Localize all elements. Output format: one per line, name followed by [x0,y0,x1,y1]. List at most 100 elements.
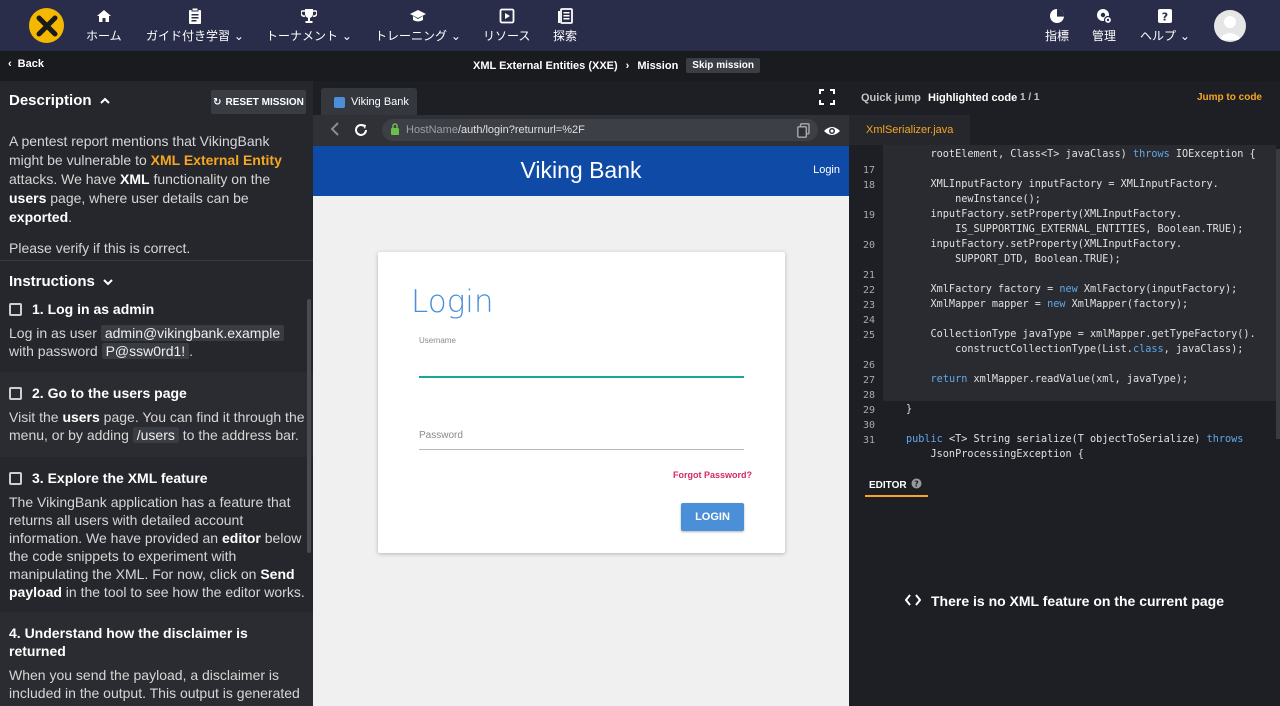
line-number: 26 [862,360,875,371]
nav-label: ガイド付き学習 [146,29,231,43]
jump-to-code-button[interactable]: Jump to code [1197,92,1262,103]
step-checkbox[interactable] [9,302,22,316]
line-number: 25 [862,330,875,341]
password-input[interactable] [419,449,744,450]
step-title: 2. Go to the users page [32,385,187,401]
username-input[interactable] [419,376,744,378]
code-line: XMLInputFactory inputFactory = XMLInputF… [906,179,1219,190]
step-checkbox[interactable] [9,386,22,400]
breadcrumb: XML External Entities (XXE) › Mission Sk… [473,58,760,73]
line-number: 29 [862,405,875,416]
step-3: 3. Explore the XML feature The VikingBan… [0,457,313,612]
nav-resources[interactable]: リソース [483,6,530,46]
nav-label: 探索 [553,29,578,43]
home-icon [96,6,112,26]
line-number: 23 [862,300,875,311]
description-title: Description [9,92,92,109]
nav-label: トレーニング [375,29,448,43]
skip-mission-button[interactable]: Skip mission [686,58,760,73]
instructions-header[interactable]: Instructions [9,273,113,290]
login-card: Login Username Password Forgot Password?… [378,252,785,553]
step-1: 1. Log in as admin Log in as user admin@… [0,300,313,372]
scrollbar[interactable] [1276,149,1280,439]
admin-gear-icon [1096,6,1112,26]
nav-metrics[interactable]: 指標 [1045,6,1069,46]
description-header[interactable]: Description [9,92,110,109]
code-line: } [906,404,913,415]
step-checkbox[interactable] [9,471,22,485]
text: page, where user details can be [46,190,249,206]
code-line: IS_SUPPORTING_EXTERNAL_ENTITIES, Boolean… [906,224,1244,235]
nav-label: リソース [483,29,531,43]
text: functionality on the [149,171,271,187]
instructions-title: Instructions [9,273,95,290]
url-host: HostName [406,124,458,136]
text: Visit the [9,409,63,425]
back-arrow-icon[interactable] [329,121,341,142]
chevron-down-icon: ⌄ [341,29,352,43]
nav-home[interactable]: ホーム [86,6,122,46]
code-path: /users [132,427,179,443]
nav-admin[interactable]: 管理 [1092,6,1116,46]
logo-icon[interactable] [29,8,64,43]
quick-jump-bar: Quick jump Highlighted code 1 / 1 Jump t… [849,81,1280,114]
editor-tab[interactable]: EDITOR ? [869,478,922,492]
nav-training[interactable]: トレーニング ⌄ [375,6,461,46]
browser-tab[interactable]: Viking Bank [321,88,417,116]
embedded-browser: Viking Bank HostName/auth/login?returnur… [313,81,849,706]
reset-mission-button[interactable]: ↻ RESET MISSION [211,90,306,114]
text: users [62,409,100,425]
code-panel: Quick jump Highlighted code 1 / 1 Jump t… [849,81,1280,706]
play-square-icon [499,6,515,26]
clipboard-icon [188,6,202,26]
back-button[interactable]: ‹ Back [8,58,44,70]
nav-guided-learning[interactable]: ガイド付き学習 ⌄ [146,6,244,46]
bank-login-link[interactable]: Login [813,164,840,176]
text: exported [9,209,69,225]
password-label: Password [419,430,463,441]
line-number: 28 [862,390,875,401]
eye-icon[interactable] [823,124,841,142]
scrollbar[interactable] [307,299,311,553]
forgot-password-link[interactable]: Forgot Password? [673,470,752,480]
chevron-down-icon: ⌄ [1179,29,1190,43]
step-title: 1. Log in as admin [32,301,155,317]
lock-icon [390,122,400,138]
login-button[interactable]: LOGIN [681,503,744,531]
code-line: CollectionType javaType = xmlMapper.getT… [906,329,1256,340]
file-tab[interactable]: XmlSerializer.java [849,115,970,145]
chevron-down-icon [103,273,113,290]
fullscreen-icon[interactable] [819,89,835,105]
help-icon: ? [1157,6,1173,26]
nav-help[interactable]: ? ヘルプ ⌄ [1140,6,1190,46]
bank-title: Viking Bank [520,157,642,183]
url-path: /auth/login?returnurl=%2F [457,124,585,136]
top-nav: ホーム ガイド付き学習 ⌄ トーナメント ⌄ トレーニング ⌄ リソース 探索 … [0,0,1280,51]
tab-label: Viking Bank [351,96,409,108]
copy-icon[interactable] [797,123,810,143]
breadcrumb-category[interactable]: XML External Entities (XXE) [473,60,618,72]
xxe-link[interactable]: XML External Entity [151,152,282,168]
avatar[interactable] [1214,10,1246,42]
editor-tab-indicator [865,495,928,497]
login-title: Login [411,284,494,320]
text: XML [120,171,150,187]
quick-jump-label: Quick jump [861,92,921,104]
text: Log in as user [9,325,101,341]
code-line: inputFactory.setProperty(XMLInputFactory… [906,239,1183,250]
trophy-icon [300,6,317,26]
text: to the address bar. [178,427,299,443]
chevron-down-icon: ⌄ [233,29,244,43]
nav-explore[interactable]: 探索 [553,6,577,46]
nav-tournaments[interactable]: トーナメント ⌄ [266,6,352,46]
line-number: 17 [862,165,875,176]
reload-icon[interactable] [353,122,369,143]
address-bar: HostName/auth/login?returnurl=%2F [313,115,849,146]
chevron-up-icon [99,92,110,109]
text: . [189,343,194,359]
code-line: public <T> String serialize(T objectToSe… [906,434,1244,445]
svg-text:?: ? [914,480,919,489]
url-input[interactable]: HostName/auth/login?returnurl=%2F [382,119,818,141]
code-viewer: rootElement, Class<T> javaClass) throws … [849,145,1280,465]
breadcrumb-mission: Mission [637,59,679,72]
